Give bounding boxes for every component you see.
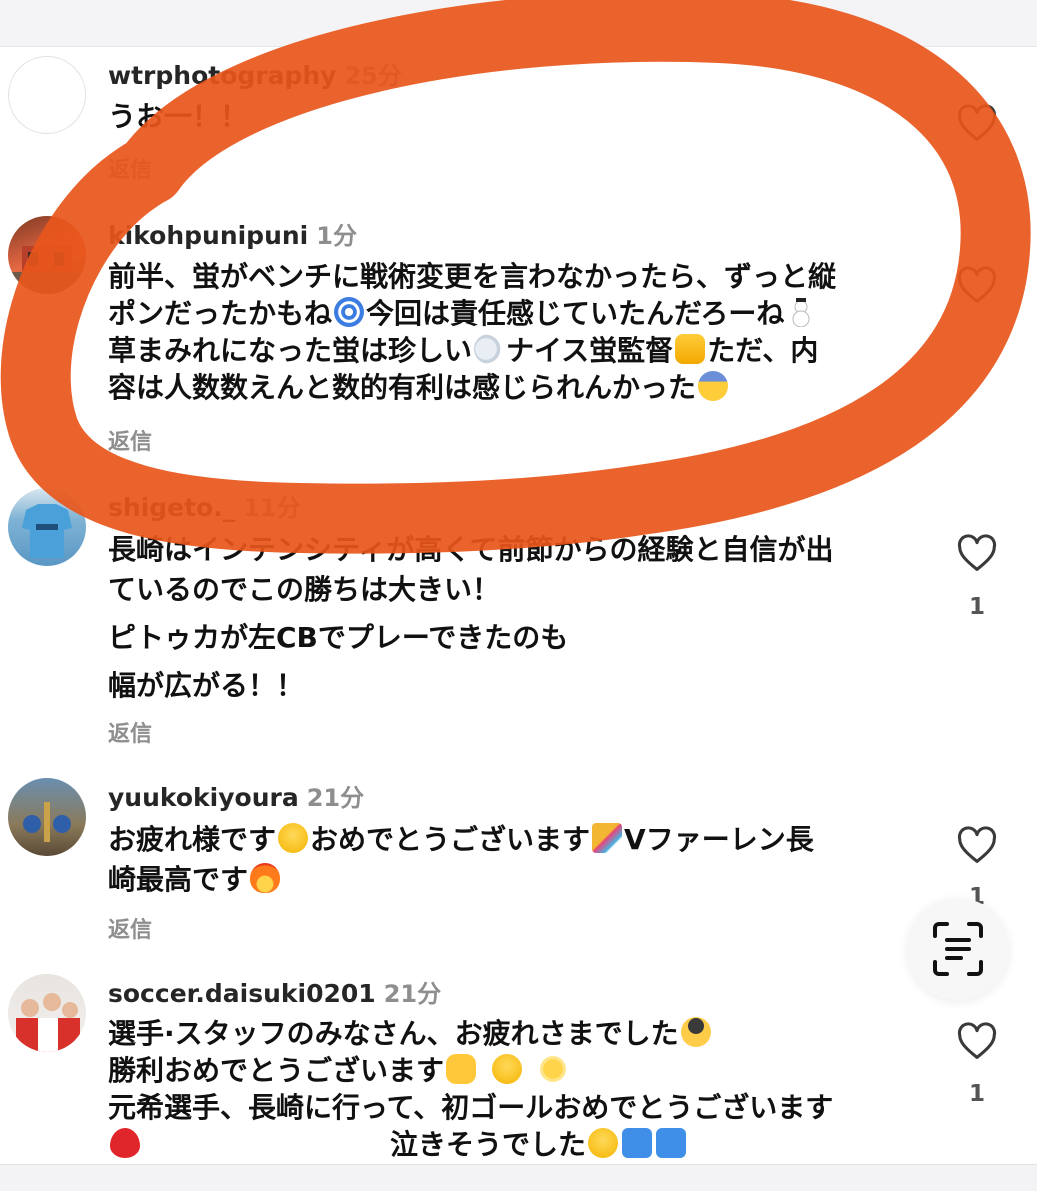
avatar-photo	[22, 504, 72, 558]
reply-button[interactable]: 返信	[108, 912, 152, 944]
comment-segment: ただ、内	[707, 334, 819, 367]
avatar[interactable]	[8, 56, 86, 134]
avatar[interactable]	[8, 216, 86, 294]
reply-button[interactable]: 返信	[108, 424, 152, 456]
timestamp: 21分	[383, 980, 442, 1008]
comment-line: 容は人数数えんと数的有利は感じられんかった	[108, 369, 908, 406]
comment-segment: おめでとうございます	[310, 823, 591, 856]
username[interactable]: kikohpunipuni	[108, 221, 308, 250]
arrow-down-emoji-icon	[656, 1128, 687, 1158]
comment-text: 長崎はインテンシティが高くて前節からの経験と自信が出 ているのでこの勝ちは大きい…	[108, 530, 908, 706]
comment-segment: 草まみれになった蛍は珍しい	[108, 334, 473, 367]
avatar[interactable]	[8, 974, 86, 1052]
crying-face-emoji-icon	[588, 1128, 619, 1158]
dash-emoji-icon	[474, 334, 505, 364]
comment-segment: ナイス蛍監督	[506, 334, 674, 367]
comment-line: 前半、蛍がベンチに戦術変更を言わなかったら、ずっと縦	[108, 260, 837, 293]
comment-segment: 勝利おめでとうございます	[108, 1054, 445, 1087]
comment-header: kikohpunipuni 1分	[108, 216, 357, 251]
timestamp: 11分	[243, 494, 301, 522]
arrow-down-emoji-icon	[622, 1128, 653, 1158]
comment-segment: お疲れ様です	[108, 823, 277, 856]
text-scan-button[interactable]	[907, 898, 1009, 1000]
reply-button[interactable]: 返信	[108, 716, 152, 748]
username[interactable]: wtrphotography	[108, 61, 336, 90]
comment-line: ピトゥカが左CBでプレーできたのも	[108, 621, 569, 654]
avatar[interactable]	[8, 488, 86, 566]
text-scan-icon	[933, 922, 983, 976]
comment-segment: 崎最高です	[108, 863, 249, 896]
comment-segment: ポンだったかもね	[108, 297, 333, 330]
heart-icon[interactable]	[956, 266, 998, 304]
comment-line: 勝利おめでとうございます	[108, 1052, 908, 1089]
smiling-face-emoji-icon	[278, 823, 309, 853]
heart-icon[interactable]	[956, 826, 998, 864]
heart-icon[interactable]	[956, 534, 998, 572]
comment-line: 崎最高です	[108, 860, 908, 900]
username[interactable]: yuukokiyoura	[108, 783, 299, 812]
comment-line: ているのでこの勝ちは大きい！	[108, 573, 501, 606]
sun-emoji-icon	[538, 1054, 569, 1084]
comment-segment: 選手·スタッフのみなさん、お疲れさまでした	[108, 1017, 679, 1050]
bottom-bar	[0, 1164, 1037, 1191]
cyclone-emoji-icon	[334, 297, 365, 327]
party-popper-emoji-icon	[592, 823, 623, 853]
person-bowing-emoji-icon	[680, 1017, 711, 1047]
heart-icon[interactable]	[956, 1022, 998, 1060]
avatar-photo	[16, 993, 80, 1052]
comment-text: うお一！！	[108, 98, 908, 135]
top-bar	[0, 0, 1037, 47]
timestamp: 21分	[306, 784, 365, 812]
comment-line: 選手·スタッフのみなさん、お疲れさまでした	[108, 1015, 908, 1052]
timestamp: 25分	[344, 62, 402, 90]
comment-line: ポンだったかもね 今回は責任感じていたんだろーね	[108, 295, 908, 332]
like-count[interactable]: 1	[956, 594, 998, 620]
heart-icon[interactable]	[956, 104, 998, 142]
waving-hand-emoji-icon	[446, 1054, 477, 1084]
comment-text: 前半、蛍がベンチに戦術変更を言わなかったら、ずっと縦 ポンだったかもね 今回は責任…	[108, 258, 908, 406]
comment-segment: Vファーレン長	[624, 823, 814, 856]
comment-line: 草まみれになった蛍は珍しい ナイス蛍監督 ただ、内	[108, 332, 908, 369]
comment-segment: 今回は責任感じていたんだろーね	[366, 297, 785, 330]
fire-emoji-icon	[250, 863, 281, 893]
timestamp: 1分	[316, 222, 357, 250]
comment-text: 選手·スタッフのみなさん、お疲れさまでした 勝利おめでとうございます 元希選手、…	[108, 1015, 908, 1163]
comment-line: 泣きそうでした	[108, 1126, 908, 1163]
comment-header: soccer.daisuki0201 21分	[108, 974, 441, 1009]
comment-text: お疲れ様です おめでとうございます Vファーレン長 崎最高です	[108, 820, 908, 900]
username[interactable]: shigeto._	[108, 493, 235, 522]
comment-header: wtrphotography 25分	[108, 56, 402, 91]
comment-line: お疲れ様です おめでとうございます Vファーレン長	[108, 820, 908, 860]
avatar-photo	[23, 802, 71, 842]
like-count[interactable]: 1	[956, 1081, 998, 1107]
avatar-photo	[8, 246, 86, 294]
comment-header: yuukokiyoura 21分	[108, 778, 364, 813]
snowman-emoji-icon	[786, 297, 817, 327]
fearful-face-emoji-icon	[698, 371, 729, 401]
comment-header: shigeto._ 11分	[108, 488, 301, 523]
grinning-face-emoji-icon	[492, 1054, 523, 1084]
reply-button[interactable]: 返信	[108, 152, 152, 184]
thumbs-up-emoji-icon	[675, 334, 706, 364]
comment-segment: 容は人数数えんと数的有利は感じられんかった	[108, 371, 697, 404]
comment-segment: 泣きそうでした	[390, 1128, 587, 1161]
avatar[interactable]	[8, 778, 86, 856]
comment-line: 幅が広がる！！	[108, 669, 305, 702]
red-heart-emoji-icon	[110, 1128, 140, 1158]
comment-line: うお一！！	[108, 100, 249, 133]
comment-line: 長崎はインテンシティが高くて前節からの経験と自信が出	[108, 533, 834, 566]
comment-line: 元希選手、長崎に行って、初ゴールおめでとうございます	[108, 1091, 834, 1124]
username[interactable]: soccer.daisuki0201	[108, 979, 376, 1008]
